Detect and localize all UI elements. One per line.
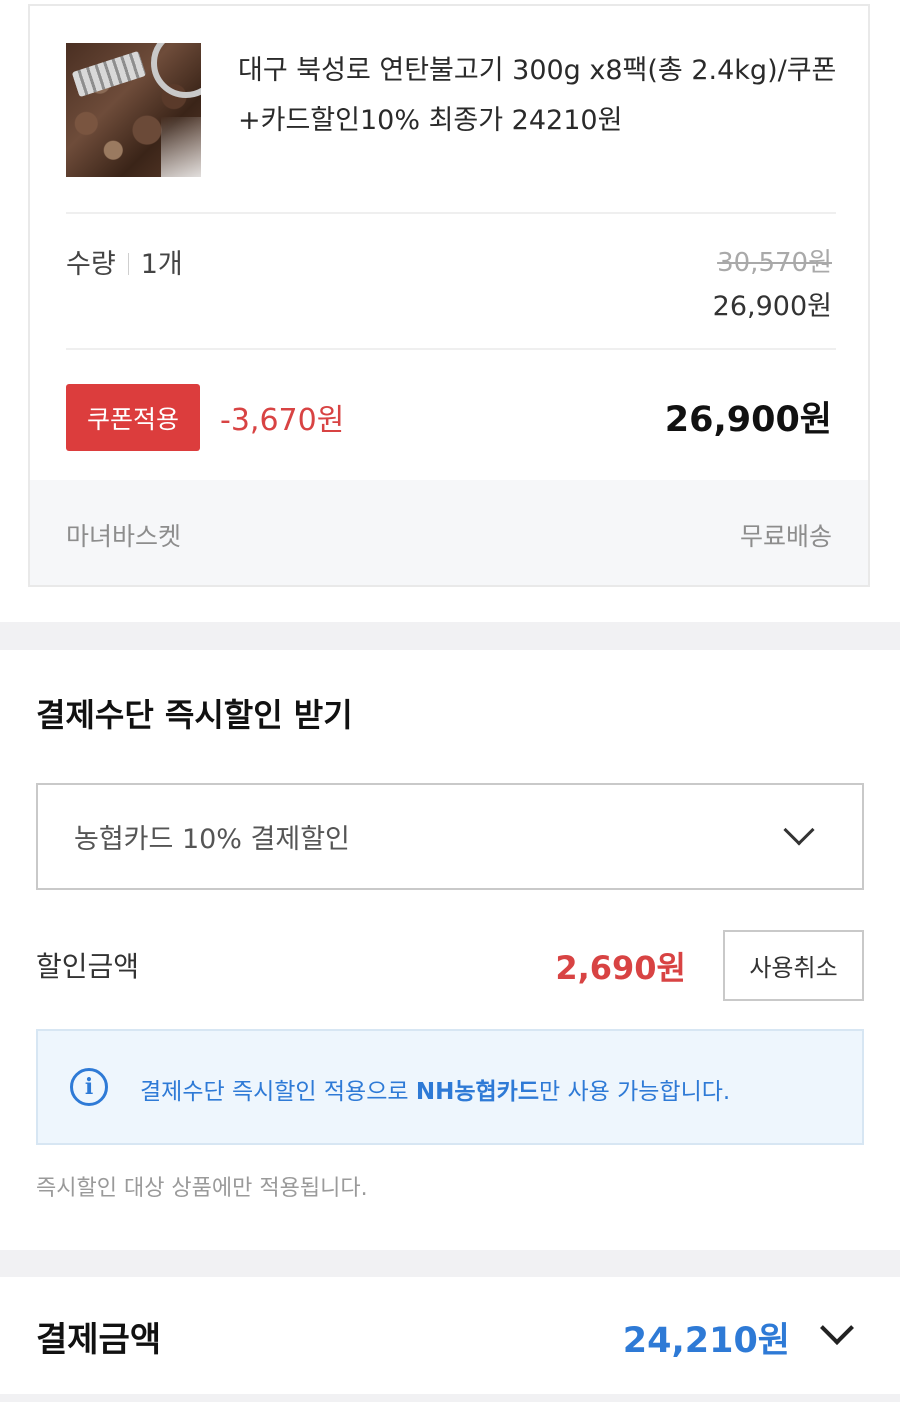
coupon-discount-amount: -3,670원 — [220, 403, 345, 438]
quantity-value: 1개 — [140, 249, 183, 280]
divider — [66, 212, 836, 214]
info-text-highlight: NH농협카드 — [415, 1079, 539, 1105]
payment-total-amount: 24,210원 — [622, 1321, 790, 1361]
original-price: 30,570원 — [717, 248, 832, 278]
info-text: 결제수단 즉시할인 적용으로 NH농협카드만 사용 가능합니다. — [140, 1072, 730, 1106]
cancel-discount-button[interactable]: 사용취소 — [723, 930, 864, 1001]
info-notice: i 결제수단 즉시할인 적용으로 NH농협카드만 사용 가능합니다. — [36, 1029, 864, 1145]
order-page: 대구 북성로 연탄불고기 300g x8팩(총 2.4kg)/쿠폰+카드할인10… — [0, 0, 900, 1402]
quantity-separator — [127, 253, 129, 275]
apply-coupon-button[interactable]: 쿠폰적용 — [66, 384, 200, 451]
discount-amount-label: 할인금액 — [36, 950, 140, 983]
instant-discount-title: 결제수단 즉시할인 받기 — [36, 696, 353, 734]
chevron-down-icon — [783, 814, 815, 846]
divider — [66, 348, 836, 350]
thumbnail-fade — [161, 117, 201, 177]
info-text-prefix: 결제수단 즉시할인 적용으로 — [140, 1079, 416, 1105]
section-separator — [0, 1250, 900, 1277]
card-discount-select[interactable]: 농협카드 10% 결제할인 — [36, 783, 864, 890]
info-icon: i — [70, 1068, 108, 1106]
product-title[interactable]: 대구 북성로 연탄불고기 300g x8팩(총 2.4kg)/쿠폰+카드할인10… — [238, 46, 838, 146]
chevron-down-icon[interactable] — [820, 1311, 854, 1345]
pan-rim-shape — [151, 43, 201, 98]
card-footer: 마녀바스켓 무료배송 — [30, 480, 868, 585]
info-text-suffix: 만 사용 가능합니다. — [539, 1079, 731, 1105]
selected-discount-option: 농협카드 10% 결제할인 — [74, 824, 350, 855]
seller-name[interactable]: 마녀바스켓 — [66, 517, 181, 553]
quantity-row: 수량 1개 — [66, 242, 183, 281]
product-card: 대구 북성로 연탄불고기 300g x8팩(총 2.4kg)/쿠폰+카드할인10… — [28, 4, 870, 587]
payment-total-title: 결제금액 — [36, 1320, 162, 1360]
quantity-label: 수량 — [66, 249, 116, 280]
bottom-separator — [0, 1394, 900, 1402]
section-separator — [0, 622, 900, 650]
product-thumbnail[interactable] — [66, 43, 201, 177]
shipping-info: 무료배송 — [739, 522, 832, 551]
discount-amount-value: 2,690원 — [555, 949, 686, 987]
discount-note: 즉시할인 대상 상품에만 적용됩니다. — [36, 1176, 368, 1201]
item-total-price: 26,900원 — [664, 400, 832, 440]
spatula-shape — [71, 50, 147, 98]
sale-price: 26,900원 — [712, 291, 832, 322]
